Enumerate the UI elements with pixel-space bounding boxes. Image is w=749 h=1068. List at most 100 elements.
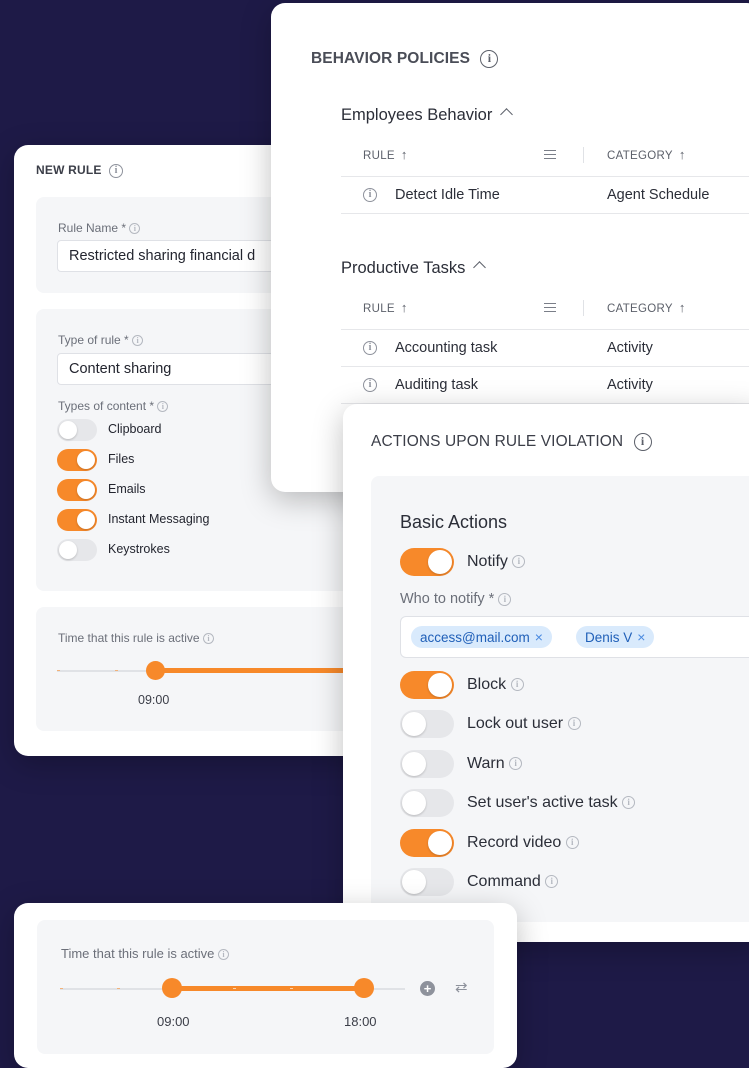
time-slider-start-handle[interactable] [146, 661, 165, 680]
info-icon[interactable]: i [565, 836, 579, 850]
slider-tick [57, 670, 60, 671]
info-icon[interactable]: i [132, 335, 144, 347]
active-time-label: Time that this rule is active i [61, 946, 230, 961]
start-time-label: 09:00 [138, 693, 170, 707]
category-column-header[interactable]: CATEGORY ↑ [607, 300, 686, 315]
time-slider-start-handle[interactable] [162, 978, 182, 998]
employees-table-header: RULE ↑ CATEGORY ↑ [341, 133, 749, 177]
record-video-label: Record video i [467, 834, 579, 852]
time-slider-end-handle[interactable] [354, 978, 374, 998]
info-icon[interactable]: i [622, 796, 636, 810]
info-icon[interactable]: i [157, 401, 169, 413]
sort-up-icon[interactable]: ↑ [401, 147, 408, 162]
active-time-panel: Time that this rule is active i + ⇄ 09:0… [37, 920, 494, 1054]
slider-tick [233, 988, 236, 989]
chevron-up-icon[interactable] [473, 261, 487, 274]
recipient-chip[interactable]: Denis V × [576, 626, 655, 648]
set-active-task-toggle[interactable] [400, 789, 454, 817]
keystrokes-toggle[interactable] [57, 539, 97, 561]
warn-label: Warn i [467, 755, 523, 773]
actions-upon-violation-card: ACTIONS UPON RULE VIOLATION i Basic Acti… [343, 404, 749, 942]
chevron-up-icon[interactable] [500, 108, 514, 121]
info-icon[interactable]: i [512, 555, 526, 569]
sort-up-icon[interactable]: ↑ [679, 147, 686, 162]
rule-cell: Accounting task [395, 340, 498, 356]
basic-actions-panel: Basic Actions Notify i Who to notify * i… [371, 476, 749, 922]
info-icon[interactable]: i [109, 163, 124, 178]
set-active-task-label: Set user's active task i [467, 794, 636, 812]
lock-out-user-label: Lock out user i [467, 715, 581, 733]
info-icon[interactable]: i [509, 757, 523, 771]
rule-column-header[interactable]: RULE ↑ [363, 300, 408, 315]
remove-icon[interactable]: × [535, 629, 543, 645]
keystrokes-label: Keystrokes [108, 542, 170, 556]
emails-toggle[interactable] [57, 479, 97, 501]
files-label: Files [108, 452, 135, 466]
employees-behavior-header[interactable]: Employees Behavior [341, 106, 514, 125]
info-icon[interactable]: i [363, 378, 377, 392]
block-toggle[interactable] [400, 671, 454, 699]
sort-up-icon[interactable]: ↑ [401, 300, 408, 315]
column-menu-icon[interactable] [544, 150, 556, 159]
info-icon[interactable]: i [545, 875, 559, 889]
sort-up-icon[interactable]: ↑ [679, 300, 686, 315]
active-time-label: Time that this rule is active i [58, 631, 214, 645]
recipients-input[interactable]: access@mail.com × Denis V × [400, 616, 749, 658]
info-icon[interactable]: i [480, 50, 499, 68]
basic-actions-title: Basic Actions [400, 512, 508, 532]
type-of-rule-label: Type of rule * i [58, 333, 144, 347]
category-cell: Activity [607, 377, 653, 393]
clipboard-label: Clipboard [108, 422, 162, 436]
info-icon[interactable]: i [498, 592, 512, 606]
info-icon[interactable]: i [510, 678, 524, 692]
rule-name-label: Rule Name * i [58, 221, 141, 235]
info-icon[interactable]: i [218, 949, 230, 961]
info-icon[interactable]: i [633, 433, 652, 451]
slider-tick [290, 988, 293, 989]
slider-tick [117, 988, 120, 989]
remove-icon[interactable]: × [637, 629, 645, 645]
active-time-card: Time that this rule is active i + ⇄ 09:0… [14, 903, 517, 1068]
types-of-content-label: Types of content * i [58, 399, 169, 413]
column-menu-icon[interactable] [544, 303, 556, 312]
time-slider-range [172, 986, 364, 991]
info-icon[interactable]: i [363, 341, 377, 355]
record-video-toggle[interactable] [400, 829, 454, 857]
swap-icon[interactable]: ⇄ [455, 978, 468, 996]
behavior-policies-title: BEHAVIOR POLICIES i [311, 50, 499, 68]
info-icon[interactable]: i [202, 633, 214, 645]
recipient-chip[interactable]: access@mail.com × [411, 626, 552, 648]
notify-label: Notify i [467, 553, 526, 571]
table-row[interactable]: i Auditing task Activity [341, 367, 749, 404]
actions-title: ACTIONS UPON RULE VIOLATION i [371, 433, 652, 451]
block-label: Block i [467, 676, 524, 694]
notify-toggle[interactable] [400, 548, 454, 576]
who-to-notify-label: Who to notify * i [400, 591, 512, 607]
column-divider [583, 147, 584, 163]
command-toggle[interactable] [400, 868, 454, 896]
files-toggle[interactable] [57, 449, 97, 471]
category-cell: Agent Schedule [607, 187, 710, 203]
warn-toggle[interactable] [400, 750, 454, 778]
info-icon[interactable]: i [363, 188, 377, 202]
emails-label: Emails [108, 482, 146, 496]
add-range-icon[interactable]: + [420, 981, 435, 996]
new-rule-title: NEW RULE i [36, 163, 124, 178]
table-row[interactable]: i Detect Idle Time Agent Schedule [341, 177, 749, 214]
category-column-header[interactable]: CATEGORY ↑ [607, 147, 686, 162]
end-time-label: 18:00 [344, 1014, 377, 1029]
slider-tick [115, 670, 118, 671]
command-label: Command i [467, 873, 559, 891]
lock-out-user-toggle[interactable] [400, 710, 454, 738]
info-icon[interactable]: i [129, 223, 141, 235]
instant-messaging-toggle[interactable] [57, 509, 97, 531]
rule-column-header[interactable]: RULE ↑ [363, 147, 408, 162]
clipboard-toggle[interactable] [57, 419, 97, 441]
rule-cell: Auditing task [395, 377, 479, 393]
tasks-table-header: RULE ↑ CATEGORY ↑ [341, 286, 749, 330]
column-divider [583, 300, 584, 316]
slider-tick [60, 988, 63, 989]
table-row[interactable]: i Accounting task Activity [341, 330, 749, 367]
info-icon[interactable]: i [567, 717, 581, 731]
productive-tasks-header[interactable]: Productive Tasks [341, 259, 487, 278]
